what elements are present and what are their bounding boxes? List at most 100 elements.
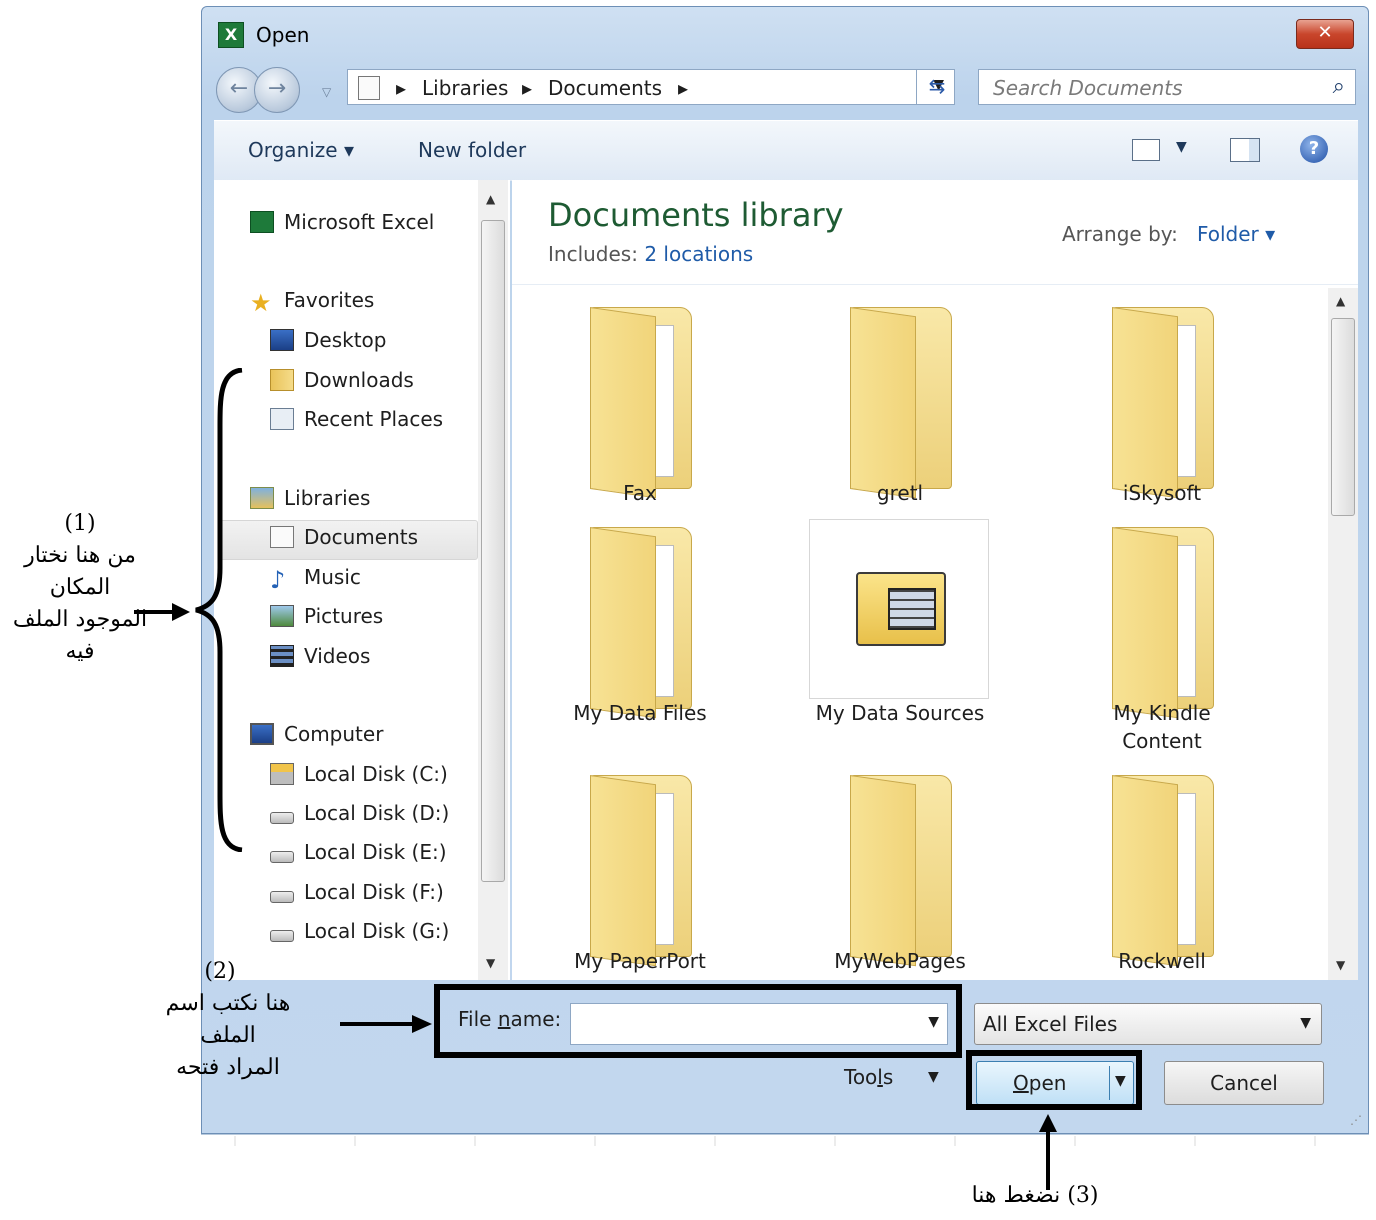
arrange-by: Arrange by: Folder ▾ [1062,222,1276,246]
scrollbar-thumb[interactable] [1331,318,1355,516]
scroll-down-icon[interactable]: ▼ [486,956,495,970]
window-title: Open [256,23,310,47]
file-list-scrollbar[interactable]: ▲ ▼ [1328,288,1358,980]
folder-icon [1112,527,1178,719]
nav-item-documents[interactable]: Documents [270,525,418,549]
forward-button[interactable]: → [254,67,300,113]
recent-pages-dropdown-icon[interactable]: ▽ [322,85,331,99]
videos-icon [270,645,294,667]
resize-grip-icon[interactable]: ⋰ [1350,1113,1362,1127]
breadcrumb-separator-icon[interactable]: ▸ [678,76,688,100]
tools-dropdown-icon[interactable]: ▼ [928,1069,939,1085]
file-type-dropdown-icon[interactable]: ▼ [1300,1015,1311,1031]
disk-icon [270,891,294,903]
excel-app-icon: X [218,22,244,48]
folder-iskysoft[interactable]: iSkysoft [1062,297,1262,517]
folder-my-data-sources-label: My Data Sources [815,701,985,725]
cancel-button[interactable]: Cancel [1164,1061,1324,1105]
address-bar[interactable]: ▸ Libraries ▸ Documents ▸ ▼ [347,69,955,105]
nav-item-computer[interactable]: Computer [250,722,383,746]
breadcrumb-separator-icon[interactable]: ▸ [522,76,532,100]
nav-item-favorites[interactable]: ★ Favorites [250,288,374,315]
nav-item-desktop[interactable]: Desktop [270,328,386,352]
scroll-down-icon[interactable]: ▼ [1336,958,1345,972]
header-divider [512,284,1358,285]
scroll-up-icon[interactable]: ▲ [486,192,495,206]
folder-icon [590,775,656,967]
annotation-box-file-name [434,984,962,1058]
search-icon[interactable]: ⌕ [1333,74,1345,99]
annotation-arrow-2 [340,1015,432,1033]
preview-pane-icon[interactable] [1230,138,1260,162]
disk-icon [270,812,294,824]
nav-item-disk-g[interactable]: Local Disk (G:) [270,919,449,943]
folder-icon [850,775,916,967]
nav-item-disk-c[interactable]: Local Disk (C:) [270,762,448,786]
navigation-pane: Microsoft Excel ★ Favorites Desktop Downl… [214,180,510,980]
folder-fax[interactable]: Fax [540,297,740,517]
help-icon[interactable]: ? [1300,135,1328,163]
file-type-select[interactable]: All Excel Files ▼ [974,1003,1322,1045]
annotation-note-3: (3) نضغط هنا [971,1183,1099,1208]
nav-item-recent-places[interactable]: Recent Places [270,407,443,431]
folder-rockwell[interactable]: Rockwell [1062,765,1262,985]
folder-icon [1112,307,1178,499]
disk-icon [270,851,294,863]
scroll-up-icon[interactable]: ▲ [1336,294,1345,308]
nav-item-downloads[interactable]: Downloads [270,368,414,392]
excel-icon [250,211,274,233]
system-disk-icon [270,763,294,785]
annotation-brace [195,368,243,852]
annotation-box-open [966,1050,1142,1110]
nav-item-disk-e[interactable]: Local Disk (E:) [270,840,447,864]
command-toolbar: Organize ▾ New folder ▼ ? [214,120,1358,181]
recent-places-icon [270,408,294,430]
nav-item-music[interactable]: ♪ Music [270,565,361,592]
breadcrumb-libraries[interactable]: Libraries [422,76,508,100]
annotation-note-1: (1) من هنا نختار المكان الموجود الملف في… [12,511,148,664]
nav-item-pictures[interactable]: Pictures [270,604,383,628]
breadcrumb-separator-icon[interactable]: ▸ [396,76,406,100]
folder-icon [590,307,656,499]
tools-menu[interactable]: Tools [844,1065,893,1089]
locations-link[interactable]: 2 locations [644,242,753,266]
pictures-icon [270,605,294,627]
scrollbar-thumb[interactable] [481,220,505,882]
close-button[interactable]: ✕ [1296,19,1354,49]
organize-button[interactable]: Organize ▾ [248,138,354,162]
folder-gretl[interactable]: gretl [800,297,1000,517]
music-icon: ♪ [270,566,286,594]
new-folder-button[interactable]: New folder [418,138,526,162]
breadcrumb-documents[interactable]: Documents [548,76,662,100]
folder-my-data-files[interactable]: My Data Files [540,517,740,737]
nav-item-microsoft-excel[interactable]: Microsoft Excel [250,210,434,234]
annotation-note-2: (2) هنا نكتب اسم الملف المراد فتحه [165,959,291,1080]
disk-icon [270,930,294,942]
open-dialog: X Open ✕ ← → ▽ ▸ Libraries ▸ Documents ▸… [201,6,1369,1134]
navigation-scrollbar[interactable]: ▲ ▼ [478,180,508,980]
nav-item-disk-d[interactable]: Local Disk (D:) [270,801,449,825]
nav-item-libraries[interactable]: Libraries [250,486,370,510]
nav-item-videos[interactable]: Videos [270,644,370,668]
change-view-icon[interactable] [1132,139,1160,161]
downloads-folder-icon [270,369,294,391]
search-placeholder: Search Documents [993,76,1183,100]
documents-icon [270,526,294,548]
folder-my-kindle-content[interactable]: My Kindle Content [1062,517,1262,753]
arrange-by-dropdown[interactable]: Folder ▾ [1197,222,1275,246]
annotation-arrow-3 [1039,1114,1057,1190]
refresh-icon[interactable]: ⇆ [916,69,957,105]
background-rule [201,1134,1369,1146]
folder-my-paperport[interactable]: My PaperPort [540,765,740,985]
folder-icon [850,307,916,499]
libraries-icon [250,487,274,509]
view-dropdown-icon[interactable]: ▼ [1176,139,1187,155]
search-input[interactable]: Search Documents ⌕ [978,69,1356,105]
documents-page-icon [358,76,380,100]
library-title: Documents library [548,196,844,234]
folder-mywebpages[interactable]: MyWebPages [800,765,1000,985]
includes-line: Includes: 2 locations [548,242,754,266]
nav-item-disk-f[interactable]: Local Disk (F:) [270,880,444,904]
desktop-icon [270,329,294,351]
folder-icon [1112,775,1178,967]
